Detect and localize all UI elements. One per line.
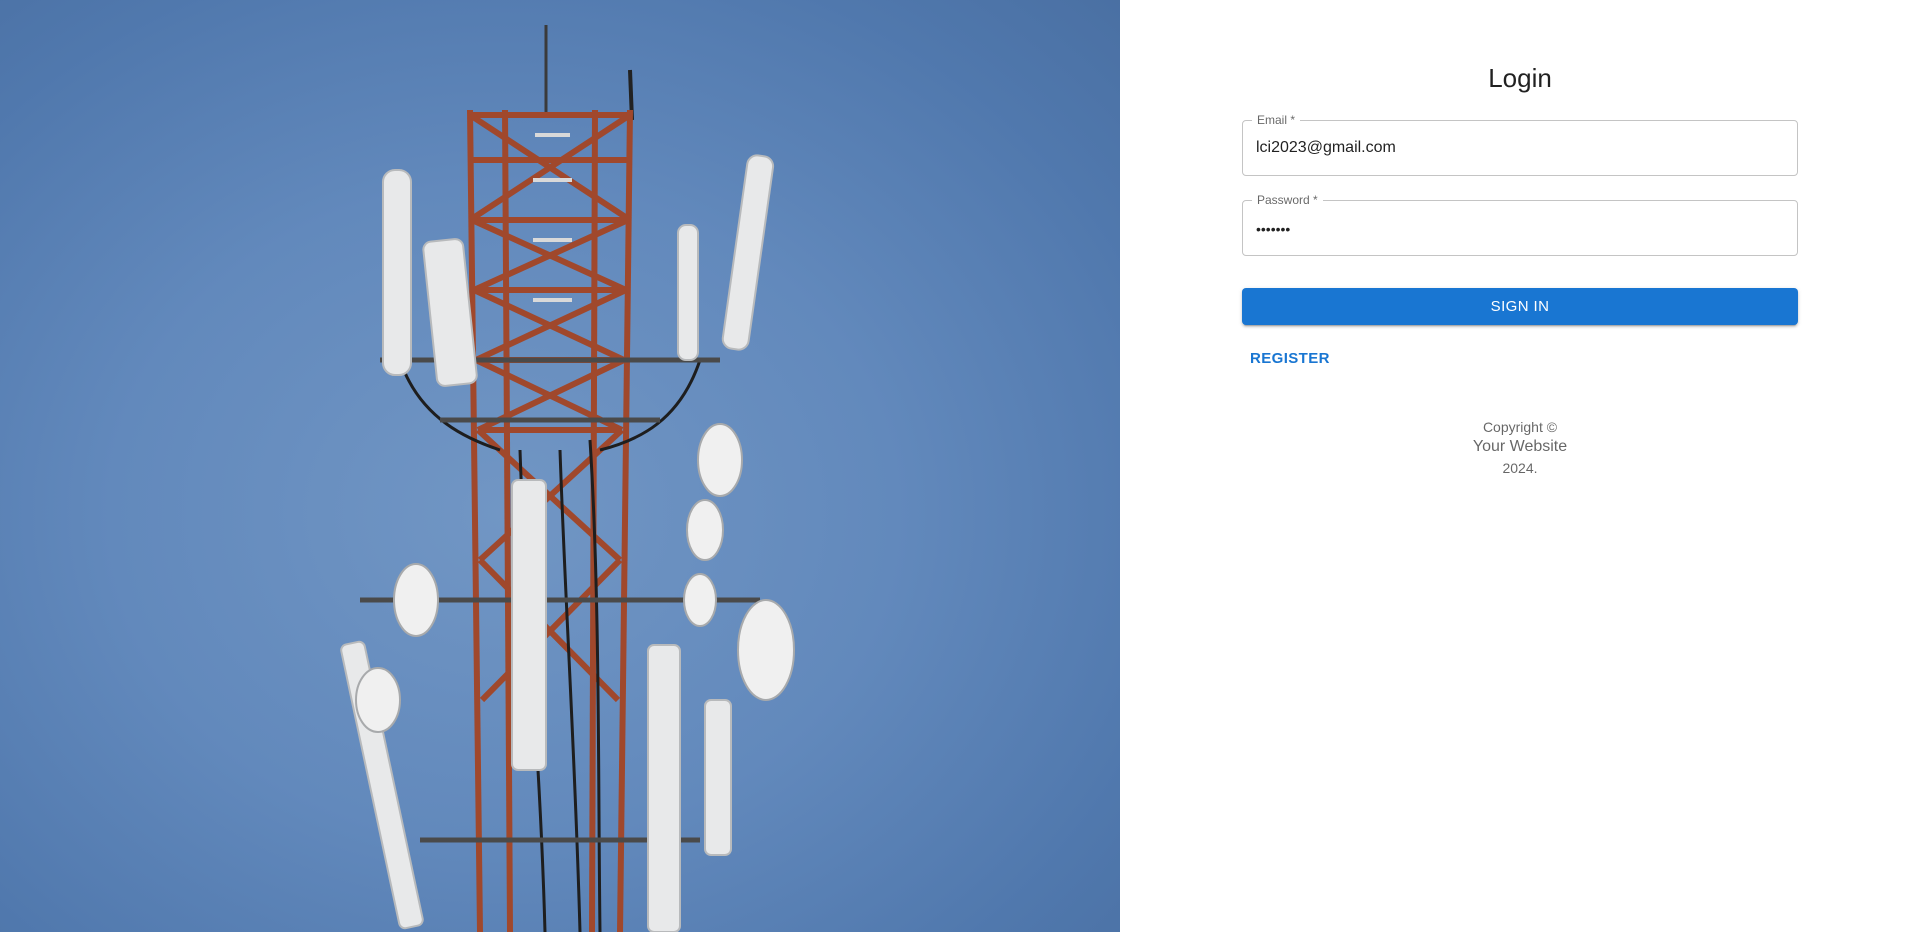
- cell-tower-image: [340, 25, 795, 932]
- password-field[interactable]: Password * •••••••: [1242, 192, 1798, 256]
- email-label: Email *: [1252, 112, 1301, 128]
- password-label: Password *: [1252, 192, 1323, 208]
- password-input-value[interactable]: •••••••: [1256, 219, 1290, 239]
- page-title: Login: [1488, 63, 1552, 93]
- sign-in-button[interactable]: SIGN IN: [1242, 288, 1798, 325]
- login-panel: Login Email * lci2023@gmail.com Password…: [1120, 0, 1920, 932]
- register-link[interactable]: REGISTER: [1250, 350, 1330, 368]
- website-link[interactable]: Your Website: [1242, 436, 1798, 458]
- hero-image: [0, 0, 1120, 932]
- email-field[interactable]: Email * lci2023@gmail.com: [1242, 112, 1798, 176]
- copyright: Copyright © Your Website 2024.: [1242, 418, 1798, 478]
- copyright-label: Copyright ©: [1482, 419, 1558, 435]
- page-layout: Login Email * lci2023@gmail.com Password…: [0, 0, 1920, 932]
- email-input-value[interactable]: lci2023@gmail.com: [1256, 138, 1396, 158]
- copyright-year: 2024.: [1502, 460, 1538, 476]
